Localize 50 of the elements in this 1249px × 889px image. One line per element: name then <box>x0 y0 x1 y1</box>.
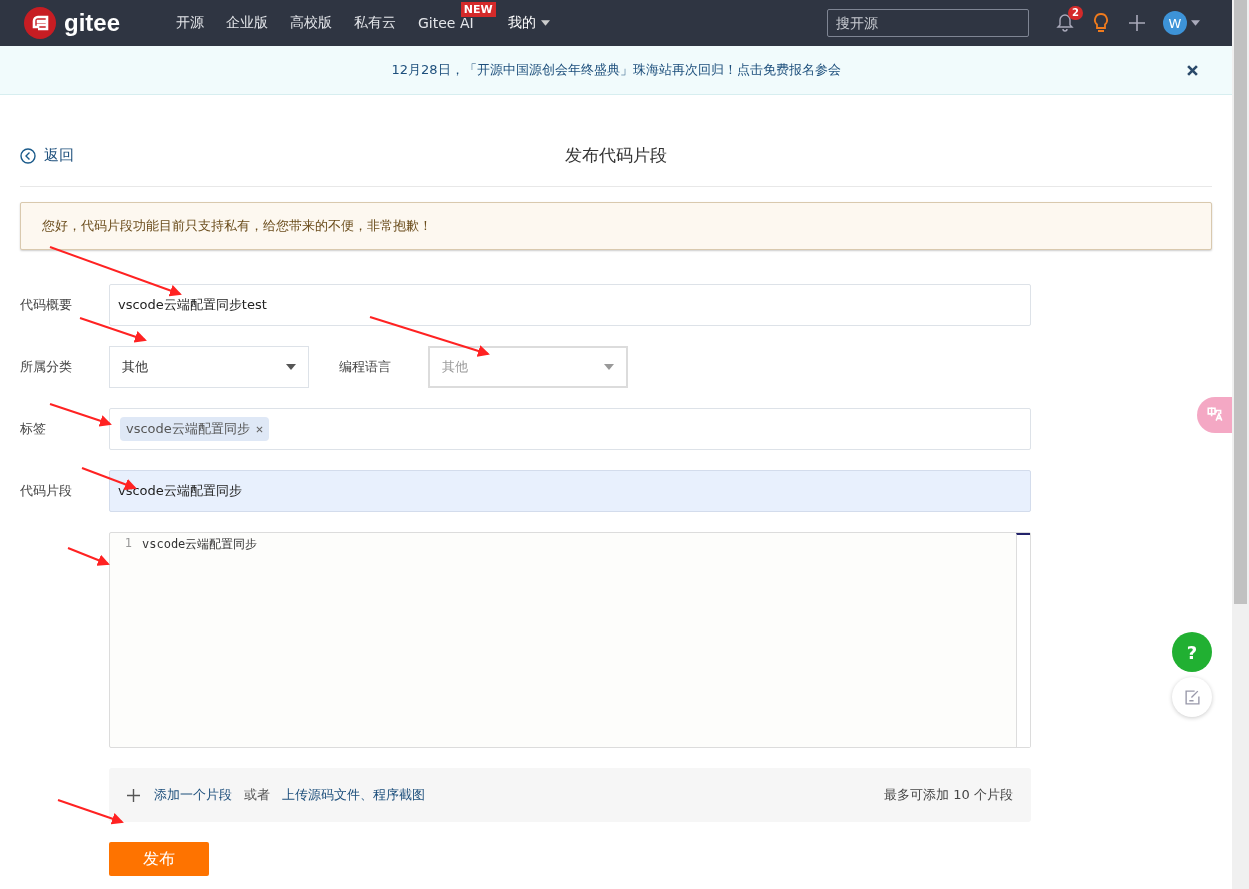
code-line: vscode云端配置同步 <box>142 536 258 553</box>
nav-link[interactable]: 开源 <box>176 14 204 32</box>
code-editor[interactable]: 1 vscode云端配置同步 <box>109 532 1031 748</box>
back-icon <box>20 147 36 164</box>
field-label: 代码概要 <box>20 296 73 314</box>
tags-input[interactable]: vscode云端配置同步 <box>109 408 1031 450</box>
field-label: 所属分类 <box>20 358 73 376</box>
upload-link[interactable]: 上传源码文件、程序截图 <box>282 786 425 804</box>
plus-icon[interactable] <box>127 788 140 802</box>
caret-icon <box>286 364 296 370</box>
edit-icon <box>1183 688 1201 706</box>
translate-icon <box>1206 406 1224 424</box>
logo-icon[interactable] <box>24 7 56 39</box>
field-label: 代码片段 <box>20 482 73 500</box>
remove-icon[interactable] <box>255 425 263 433</box>
limit-text: 最多可添加 10 个片段 <box>884 786 1013 804</box>
summary-input[interactable]: vscode云端配置同步test <box>109 284 1031 326</box>
alert-message: 您好，代码片段功能目前只支持私有，给您带来的不便，非常抱歉！ <box>20 202 1212 250</box>
or-text: 或者 <box>244 786 270 804</box>
annotation-arrow <box>49 403 112 427</box>
nav-link[interactable]: 企业版 <box>226 14 268 32</box>
nav-link[interactable]: Gitee AI <box>418 15 474 31</box>
plus-icon[interactable] <box>1127 12 1147 34</box>
field-label: 标签 <box>20 420 47 438</box>
scrollbar[interactable] <box>1232 0 1249 889</box>
nav-link[interactable]: 私有云 <box>354 14 396 32</box>
close-icon[interactable] <box>1187 64 1198 76</box>
new-badge: NEW <box>460 2 496 17</box>
caret-icon[interactable] <box>540 20 550 26</box>
logo-text[interactable]: gitee <box>64 9 120 37</box>
banner-link[interactable]: 12月28日，「开源中国源创会年终盛典」珠海站再次回归！点击免费报名参会 <box>391 61 841 79</box>
search-field[interactable]: 搜开源 <box>827 9 1029 37</box>
lightbulb-icon[interactable] <box>1091 12 1111 34</box>
category-dropdown[interactable]: 其他 <box>109 346 309 388</box>
notification-badge: 2 <box>1068 6 1083 20</box>
nav-link[interactable]: 高校版 <box>290 14 332 32</box>
annotation-arrow <box>57 799 124 825</box>
annotation-arrow <box>79 317 147 343</box>
page-title: 发布代码片段 <box>564 144 668 167</box>
back-link[interactable]: 返回 <box>20 146 180 165</box>
caret-icon[interactable] <box>1191 20 1200 26</box>
filename-input[interactable]: vscode云端配置同步 <box>109 470 1031 512</box>
add-snippet-link[interactable]: 添加一个片段 <box>154 786 232 804</box>
annotation-arrow <box>67 547 110 566</box>
caret-icon <box>604 364 614 370</box>
tag-chip[interactable]: vscode云端配置同步 <box>120 417 269 441</box>
editor-scrollbar[interactable] <box>1016 533 1030 747</box>
nav-link[interactable]: 我的 <box>507 14 536 32</box>
field-label: 编程语言 <box>339 358 392 376</box>
line-number: 1 <box>123 536 132 552</box>
